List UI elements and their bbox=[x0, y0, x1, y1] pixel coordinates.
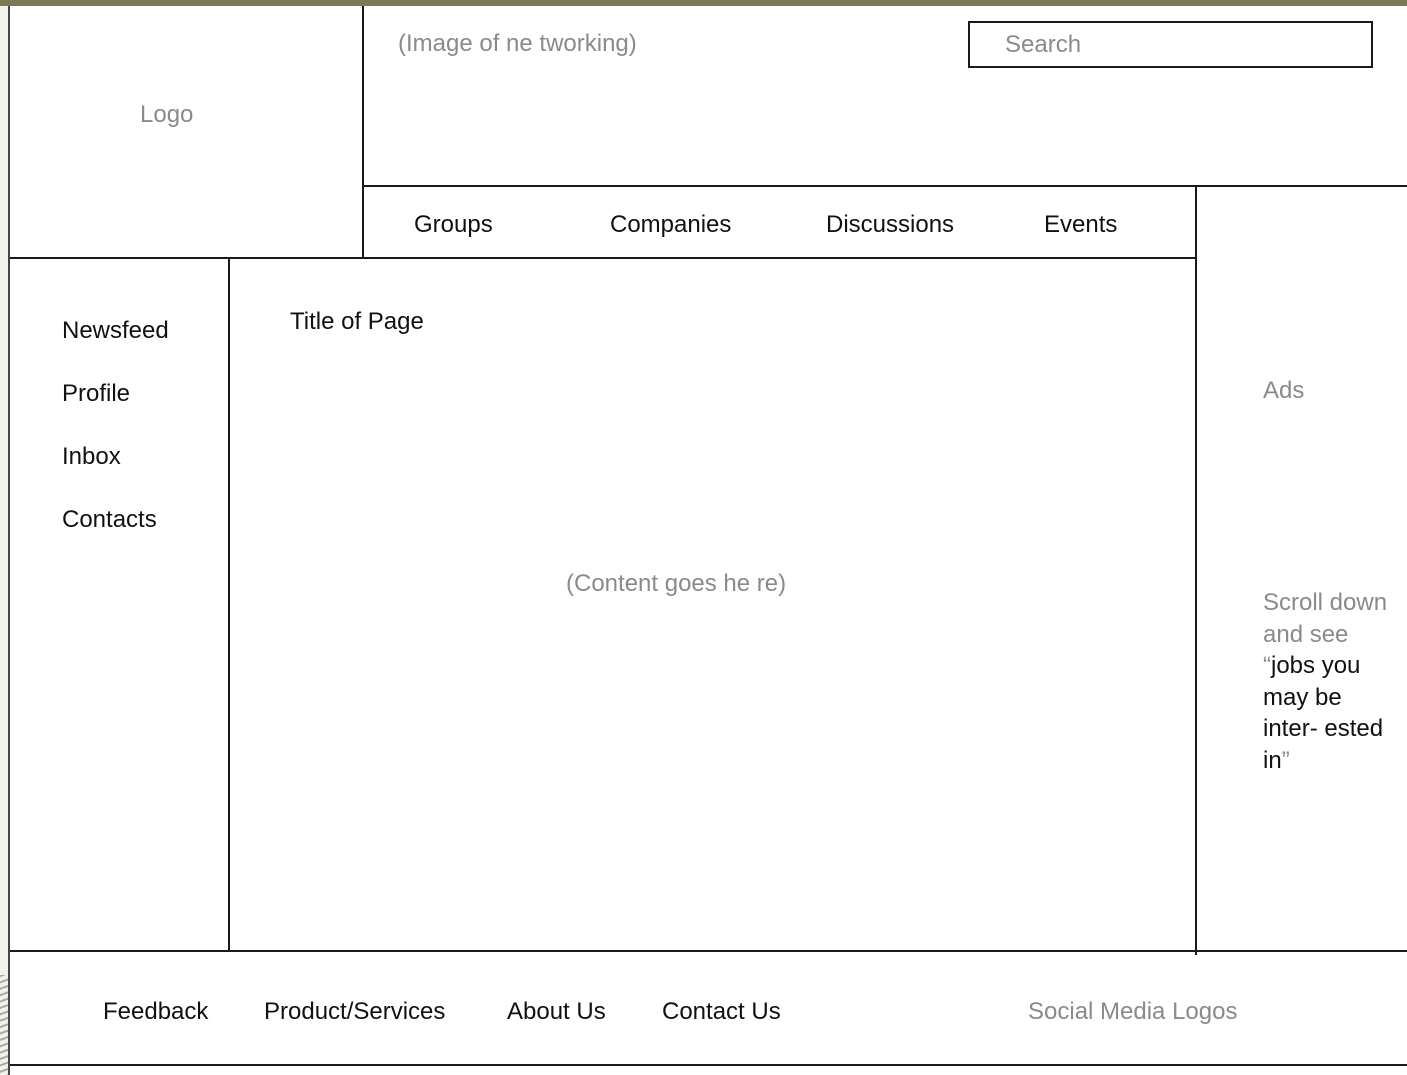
footer-link-products-services[interactable]: Product/Services bbox=[264, 998, 445, 1026]
content-placeholder: (Content goes he re) bbox=[566, 570, 787, 597]
sidebar-item-inbox[interactable]: Inbox bbox=[62, 443, 121, 471]
window-left-border bbox=[8, 6, 10, 1075]
window-left-margin bbox=[0, 6, 8, 1075]
logo-divider bbox=[362, 6, 364, 258]
sidebar-item-profile[interactable]: Profile bbox=[62, 380, 130, 408]
tab-companies[interactable]: Companies bbox=[610, 211, 731, 239]
sidebar-item-contacts[interactable]: Contacts bbox=[62, 506, 157, 534]
page-title: Title of Page bbox=[290, 308, 424, 335]
footer-link-about-us[interactable]: About Us bbox=[507, 998, 606, 1026]
sidebar-divider bbox=[228, 258, 230, 952]
footer-bottom-divider bbox=[10, 1064, 1407, 1066]
header-bottom-divider bbox=[10, 257, 1197, 259]
sidebar-item-newsfeed[interactable]: Newsfeed bbox=[62, 317, 169, 345]
jobs-scroll-note: Scroll down and see “jobs you may be int… bbox=[1263, 587, 1393, 776]
social-media-logos[interactable]: Social Media Logos bbox=[1028, 998, 1237, 1026]
logo[interactable]: Logo bbox=[140, 101, 193, 129]
right-panel-divider bbox=[1195, 185, 1197, 955]
banner-image-placeholder: (Image of ne tworking) bbox=[398, 30, 637, 57]
window-top-border bbox=[0, 0, 1407, 6]
footer-top-divider bbox=[10, 950, 1407, 952]
decorative-ornament bbox=[0, 975, 8, 1075]
tab-events[interactable]: Events bbox=[1044, 211, 1117, 239]
footer-link-feedback[interactable]: Feedback bbox=[103, 998, 208, 1026]
footer-link-contact-us[interactable]: Contact Us bbox=[662, 998, 781, 1026]
search-input[interactable] bbox=[968, 21, 1373, 68]
banner-bottom-divider bbox=[362, 185, 1407, 187]
tab-groups[interactable]: Groups bbox=[414, 211, 493, 239]
ads-placeholder: Ads bbox=[1263, 377, 1305, 404]
tab-discussions[interactable]: Discussions bbox=[826, 211, 954, 239]
scroll-note-suffix: ” bbox=[1281, 746, 1290, 774]
